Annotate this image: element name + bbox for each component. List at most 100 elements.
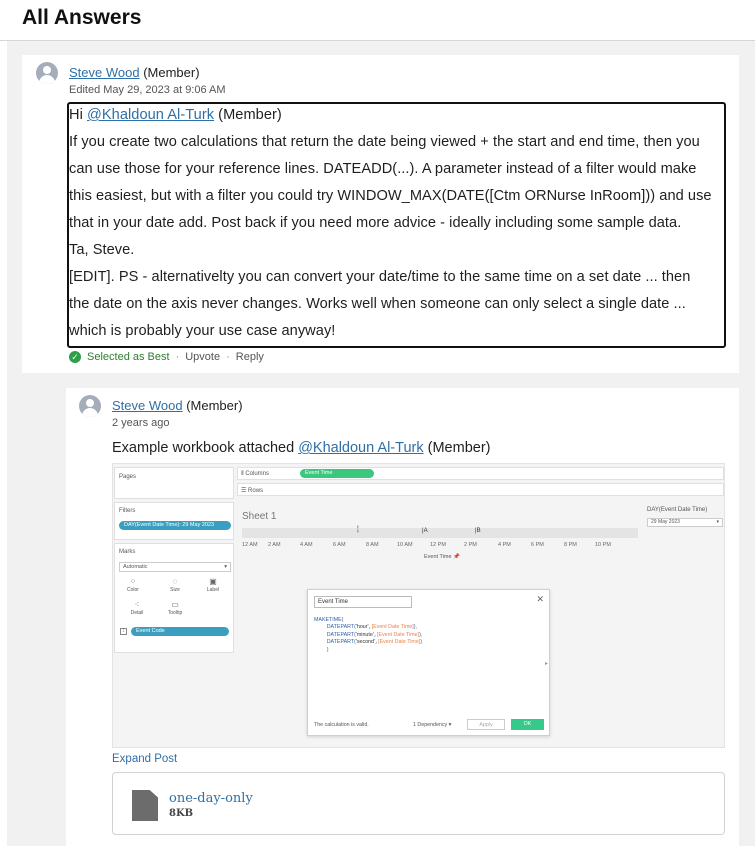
pages-label: Pages	[119, 474, 137, 480]
code-end: )	[420, 639, 423, 646]
greeting-text: Hi	[69, 107, 87, 123]
author-link[interactable]: Steve Wood	[69, 65, 140, 80]
color-mark-button: ⁘ Color	[121, 577, 145, 593]
code-fn: DATEPART(	[326, 639, 356, 646]
attachment-card[interactable]: one-day-only 8KB	[112, 772, 725, 835]
reply-timestamp: 2 years ago	[112, 417, 170, 429]
chevron-down-icon: ▾	[716, 519, 719, 525]
calc-ok-button: OK	[511, 719, 544, 730]
axis-title-text: Event Time	[424, 554, 452, 560]
mention-role: (Member)	[423, 440, 491, 456]
calc-dependency: 1 Dependency ▾	[413, 722, 452, 728]
pages-shelf: Pages	[114, 467, 234, 499]
edited-timestamp: Edited May 29, 2023 at 9:06 AM	[69, 84, 226, 96]
check-circle-icon: ✓	[69, 351, 81, 363]
rows-shelf: ☰ Rows	[237, 483, 724, 496]
code-arg: 'second'	[355, 639, 375, 646]
axis-tick-label: 6 AM	[333, 542, 346, 548]
axis-band	[242, 528, 638, 538]
axis-tick-label: 4 AM	[300, 542, 313, 548]
columns-shelf: ⦀ Columns Event Time	[237, 467, 724, 480]
expand-post-link[interactable]: Expand Post	[112, 753, 177, 765]
mention-role: (Member)	[214, 107, 282, 123]
label-label: Label	[206, 587, 220, 593]
attachment-name[interactable]: one-day-only	[169, 791, 253, 806]
attachment-size: 8KB	[169, 808, 194, 819]
avatar-icon[interactable]	[36, 62, 58, 84]
tooltip-mark-button: ▭ Tooltip	[163, 600, 187, 616]
upvote-button[interactable]: Upvote	[185, 351, 220, 363]
code-fn: DATEPART(	[326, 631, 356, 638]
author-role: (Member)	[186, 398, 243, 413]
separator: ·	[226, 351, 230, 363]
code-fn: DATEPART(	[326, 624, 356, 631]
marks-label: Marks	[119, 549, 136, 555]
axis-tick-label: 4 PM	[498, 542, 511, 548]
calc-status: The calculation is valid.	[314, 722, 369, 728]
quick-filter-title: DAY(Event Date Time)	[647, 507, 708, 513]
attached-screenshot-image[interactable]: Pages Filters DAY(Event Date Time): 29 M…	[112, 463, 725, 748]
body-line: that in your date add. Post back if you …	[69, 215, 682, 231]
reply-author: Steve Wood (Member)	[112, 398, 243, 413]
rows-label: ☰ Rows	[241, 487, 263, 494]
axis-title: Event Time 📌	[424, 554, 460, 560]
file-icon	[132, 790, 158, 821]
reply-button[interactable]: Reply	[236, 351, 264, 363]
sheet-title: Sheet 1	[242, 511, 277, 522]
code-end: ),	[419, 631, 423, 638]
code-arg: 'minute'	[355, 631, 374, 638]
marker-b-label: B	[476, 528, 481, 534]
body-line: can use those for your reference lines. …	[69, 161, 697, 177]
calc-name-field: Event Time	[314, 596, 412, 608]
axis-tick-label: 10 PM	[595, 542, 611, 548]
reference-line-a: |A	[422, 528, 428, 534]
marks-type-select: Automatic ▾	[119, 562, 231, 572]
marks-card: Marks Automatic ▾ ⁘ Color ◌ Size ▣ Label ⁖ De…	[114, 543, 234, 653]
answer-body: Hi @Khaldoun Al-Turk (Member) If you cre…	[67, 102, 726, 348]
mention-link[interactable]: @Khaldoun Al-Turk	[298, 440, 423, 456]
reference-line-b: |B	[475, 528, 481, 534]
body-line: which is probably your use case anyway!	[69, 323, 336, 339]
detail-label: Detail	[130, 610, 144, 616]
reply-text-prefix: Example workbook attached	[112, 440, 299, 456]
calc-formula: MAKETIME( DATEPART('hour',[Event Date Ti…	[314, 617, 423, 653]
tooltip-label: Tooltip	[167, 610, 183, 616]
filter-pill: DAY(Event Date Time): 29 May 2023	[119, 521, 231, 530]
size-mark-button: ◌ Size	[163, 577, 187, 593]
answer-author: Steve Wood (Member)	[69, 65, 200, 80]
columns-text: Columns	[245, 471, 269, 477]
code-field: [Event Date Time]	[376, 631, 420, 638]
code-field: [Event Date Time]	[371, 624, 414, 631]
greeting-line: Hi @Khaldoun Al-Turk (Member)	[69, 107, 282, 123]
size-label: Size	[170, 587, 180, 593]
code-close: )	[326, 646, 329, 653]
axis-marker-tick: ¦	[357, 526, 359, 533]
code-field: [Event Date Time]	[378, 639, 421, 646]
author-link[interactable]: Steve Wood	[112, 398, 183, 413]
mention-link[interactable]: @Khaldoun Al-Turk	[87, 107, 214, 123]
quick-filter-value: 29 May 2023	[651, 519, 680, 525]
body-line: [EDIT]. PS - alternativelty you can conv…	[69, 269, 691, 285]
axis-tick-label: 2 PM	[464, 542, 477, 548]
selected-as-best-label: Selected as Best	[87, 351, 170, 363]
axis-tick-label: 6 PM	[531, 542, 544, 548]
color-label: Color	[127, 587, 139, 593]
columns-label: ⦀ Columns	[241, 471, 269, 478]
quick-filter-card: DAY(Event Date Time) 29 May 2023 ▾	[643, 504, 723, 532]
detail-field-icon: ⁝	[120, 628, 127, 635]
axis-tick-label: 2 AM	[268, 542, 281, 548]
chevron-down-icon: ▾	[224, 564, 227, 570]
axis-tick-label: 8 PM	[564, 542, 577, 548]
body-line: Ta, Steve.	[69, 242, 135, 258]
detail-icon: ⁖	[134, 600, 140, 609]
label-mark-button: ▣ Label	[201, 577, 225, 593]
avatar-icon[interactable]	[79, 395, 101, 417]
detail-mark-button: ⁖ Detail	[125, 600, 149, 616]
marks-pill: Event Code	[131, 627, 229, 636]
quick-filter-select: 29 May 2023 ▾	[647, 518, 723, 527]
marks-type-value: Automatic	[123, 564, 148, 570]
rows-text: Rows	[248, 488, 264, 494]
filters-label: Filters	[119, 508, 136, 514]
code-end: ),	[413, 624, 418, 631]
body-line: the date on the axis never changes. Work…	[69, 296, 686, 312]
